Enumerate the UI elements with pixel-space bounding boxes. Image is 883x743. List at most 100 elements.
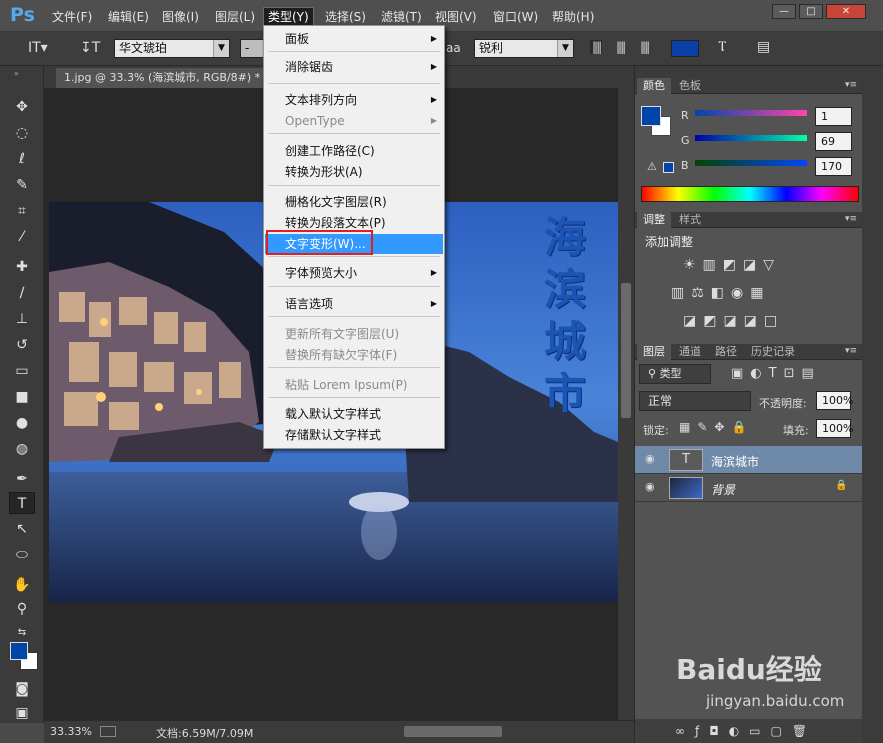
menu-item[interactable]: 字体预览大小 ▶: [265, 263, 443, 283]
lock-icons[interactable]: ▦✎✥🔒: [679, 420, 753, 434]
font-style-select[interactable]: -: [240, 39, 264, 58]
menu-window[interactable]: 窗口(W): [489, 8, 542, 26]
tab-color[interactable]: 颜色: [637, 78, 671, 94]
dodge-tool-icon[interactable]: ◍: [9, 438, 35, 460]
menu-item[interactable]: 存储默认文字样式: [265, 425, 443, 445]
gamut-warning-icon[interactable]: ⚠: [647, 160, 657, 173]
b-value[interactable]: 170: [815, 157, 852, 176]
g-slider[interactable]: [695, 135, 807, 141]
eyedropper-tool-icon[interactable]: ⁄: [9, 226, 35, 248]
brush-tool-icon[interactable]: ∕: [9, 282, 35, 304]
tab-swatches[interactable]: 色板: [673, 78, 707, 94]
ellipse-tool-icon[interactable]: ⬭: [9, 544, 35, 566]
align-left-icon[interactable]: ||||: [590, 40, 602, 54]
scroll-thumb[interactable]: [621, 283, 631, 418]
menu-edit[interactable]: 编辑(E): [104, 8, 153, 26]
minimize-button[interactable]: —: [772, 4, 796, 19]
align-center-icon[interactable]: ||||: [616, 40, 626, 54]
maximize-button[interactable]: □: [799, 4, 823, 19]
menu-layer[interactable]: 图层(L): [211, 8, 259, 26]
pen-tool-icon[interactable]: ✒: [9, 468, 35, 490]
tab-styles[interactable]: 样式: [673, 212, 707, 228]
menu-item[interactable]: 文本排列方向 ▶: [265, 90, 443, 110]
menu-file[interactable]: 文件(F): [48, 8, 96, 26]
web-safe-swatch[interactable]: [663, 162, 674, 173]
filter-icons[interactable]: ▣◐T⊡▤: [731, 366, 821, 381]
document-tab[interactable]: 1.jpg @ 33.3% (海滨城市, RGB/8#) * ×: [56, 68, 282, 88]
font-family-select[interactable]: 华文琥珀 ▼: [114, 39, 230, 58]
lasso-tool-icon[interactable]: ℓ: [9, 148, 35, 170]
horizontal-scroll-thumb[interactable]: [404, 726, 502, 737]
r-slider[interactable]: [695, 110, 807, 116]
color-fg-swatch[interactable]: [641, 106, 661, 126]
fill-value[interactable]: 100%: [816, 419, 853, 438]
marquee-tool-icon[interactable]: ◌: [9, 122, 35, 144]
overlay-text[interactable]: 海滨城市: [535, 212, 595, 420]
menu-filter[interactable]: 滤镜(T): [377, 8, 426, 26]
layer-row-text[interactable]: ◉ T 海滨城市: [635, 446, 863, 474]
menu-help[interactable]: 帮助(H): [548, 8, 598, 26]
menu-item[interactable]: 创建工作路径(C): [265, 141, 443, 161]
menu-item[interactable]: 栅格化文字图层(R): [265, 192, 443, 212]
zoom-tool-icon[interactable]: ⚲: [9, 598, 35, 620]
color-ramp[interactable]: [641, 186, 859, 202]
menu-item[interactable]: 载入默认文字样式: [265, 404, 443, 424]
collapse-icon[interactable]: »: [14, 69, 19, 78]
layers-bottom-toolbar[interactable]: ∞ƒ◘◐▭▢🗑: [635, 719, 863, 743]
layer-name[interactable]: 背景: [711, 481, 735, 498]
quick-mask-icon[interactable]: ◙: [9, 678, 35, 700]
gradient-tool-icon[interactable]: ■: [9, 386, 35, 408]
adjust-icons-row2[interactable]: ▥⚖◧◉▦: [671, 285, 770, 301]
panel-menu-icon[interactable]: ▾≡: [845, 346, 857, 356]
screen-mode-icon[interactable]: ▣: [9, 702, 35, 724]
hand-tool-icon[interactable]: ✋: [9, 574, 35, 596]
close-button[interactable]: ✕: [826, 4, 866, 19]
layer-filter-select[interactable]: ⚲ 类型: [639, 364, 711, 384]
toggle-orientation-icon[interactable]: ↧T: [80, 40, 100, 56]
g-value[interactable]: 69: [815, 132, 852, 151]
move-tool-icon[interactable]: ✥: [9, 96, 35, 118]
menu-item[interactable]: 消除锯齿 ▶: [265, 57, 443, 77]
blur-tool-icon[interactable]: ●: [9, 412, 35, 434]
b-slider[interactable]: [695, 160, 807, 166]
visibility-eye-icon[interactable]: ◉: [645, 480, 659, 494]
path-select-tool-icon[interactable]: ↖: [9, 518, 35, 540]
menu-view[interactable]: 视图(V): [431, 8, 481, 26]
menu-item[interactable]: 面板 ▶: [265, 29, 443, 49]
crop-tool-icon[interactable]: ⌗: [9, 200, 35, 222]
menu-item[interactable]: 转换为形状(A): [265, 162, 443, 182]
panel-menu-icon[interactable]: ▾≡: [845, 214, 857, 224]
tab-layers[interactable]: 图层: [637, 344, 671, 360]
tab-history[interactable]: 历史记录: [745, 344, 801, 360]
swap-colors-icon[interactable]: ⇆: [9, 622, 35, 644]
menu-item[interactable]: 语言选项 ▶: [265, 294, 443, 314]
history-brush-icon[interactable]: ↺: [9, 334, 35, 356]
menu-select[interactable]: 选择(S): [321, 8, 370, 26]
opacity-value[interactable]: 100%: [816, 391, 853, 410]
adjust-icons-row1[interactable]: ☀▥◩◪▽: [683, 257, 781, 273]
tab-paths[interactable]: 路径: [709, 344, 743, 360]
visibility-eye-icon[interactable]: ◉: [645, 452, 659, 466]
align-right-icon[interactable]: ||||: [640, 40, 650, 54]
character-panel-icon[interactable]: ▤: [757, 39, 770, 55]
healing-brush-icon[interactable]: ✚: [9, 256, 35, 278]
vertical-scrollbar[interactable]: [618, 88, 634, 720]
panel-menu-icon[interactable]: ▾≡: [845, 80, 857, 90]
antialias-select[interactable]: 锐利 ▼: [474, 39, 574, 58]
layer-name[interactable]: 海滨城市: [711, 453, 759, 470]
clone-stamp-icon[interactable]: ⊥: [9, 308, 35, 330]
blend-mode-select[interactable]: 正常: [639, 391, 751, 411]
quick-select-tool-icon[interactable]: ✎: [9, 174, 35, 196]
text-color-swatch[interactable]: [671, 40, 699, 57]
foreground-color-swatch[interactable]: [10, 642, 28, 660]
adjust-icons-row3[interactable]: ◪◩◪◪□: [683, 313, 784, 329]
layer-row-background[interactable]: ◉ 背景 🔒: [635, 474, 863, 502]
type-tool-icon[interactable]: T: [9, 492, 35, 514]
menu-type[interactable]: 类型(Y): [263, 7, 314, 27]
eraser-tool-icon[interactable]: ▭: [9, 360, 35, 382]
warp-text-icon[interactable]: Ⲧ: [718, 39, 727, 55]
tab-adjustments[interactable]: 调整: [637, 212, 671, 228]
status-icon[interactable]: [100, 726, 116, 737]
zoom-level[interactable]: 33.33%: [50, 725, 92, 738]
r-value[interactable]: 1: [815, 107, 852, 126]
